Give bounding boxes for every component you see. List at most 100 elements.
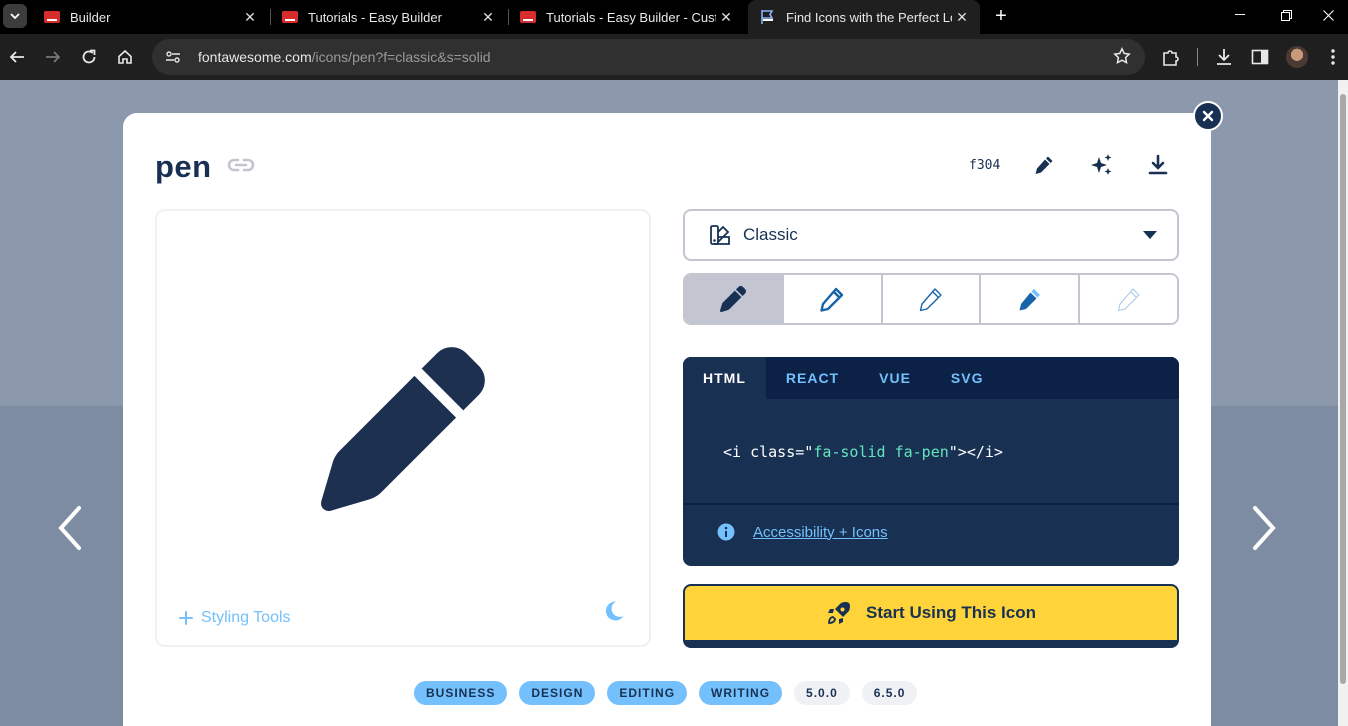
site-info-icon[interactable] (164, 48, 182, 66)
plus-icon (179, 611, 193, 625)
moon-icon (605, 601, 624, 621)
address-bar[interactable]: fontawesome.com/icons/pen?f=classic&s=so… (152, 39, 1145, 75)
sparkles-button[interactable] (1087, 151, 1115, 179)
profile-avatar[interactable] (1286, 46, 1308, 68)
tag-editing[interactable]: EDITING (607, 681, 688, 705)
download-icon[interactable] (1212, 45, 1236, 69)
more-menu-icon[interactable] (1321, 45, 1345, 69)
close-tab-icon[interactable]: ✕ (716, 9, 736, 26)
tab-tutorials[interactable]: Tutorials - Easy Builder ✕ (270, 0, 506, 34)
chevron-right-icon (1253, 506, 1276, 550)
icon-name-title: pen (155, 149, 212, 184)
download-svg-button[interactable] (1144, 151, 1172, 179)
tab-vue[interactable]: VUE (859, 357, 931, 399)
dark-mode-toggle[interactable] (603, 600, 625, 627)
toolbar-divider (1197, 48, 1198, 66)
rocket-icon (827, 602, 850, 624)
tab-html[interactable]: HTML (683, 357, 766, 399)
next-icon-button[interactable] (1245, 500, 1285, 556)
style-light-button[interactable] (882, 275, 982, 323)
tab-title: Find Icons with the Perfect Look (786, 9, 952, 25)
style-duotone-button[interactable] (981, 275, 1081, 323)
tab-tutorials-custom[interactable]: Tutorials - Easy Builder - Custom ✕ (508, 0, 744, 34)
code-prefix: <i class=" (723, 443, 814, 461)
chevron-left-icon (58, 506, 81, 550)
url-host: fontawesome.com (198, 49, 312, 65)
code-snippet-panel: HTML REACT VUE SVG <i class="fa-solid fa… (683, 357, 1179, 566)
url-path: /icons/pen?f=classic&s=solid (311, 49, 491, 65)
tab-react[interactable]: REACT (766, 357, 859, 399)
tab-search-button[interactable] (3, 4, 27, 28)
scrollbar-thumb[interactable] (1340, 94, 1346, 684)
side-panel-icon[interactable] (1248, 45, 1272, 69)
tag-business[interactable]: BUSINESS (414, 681, 508, 705)
tab-title: Tutorials - Easy Builder - Custom (546, 9, 716, 25)
accessibility-link[interactable]: Accessibility + Icons (753, 524, 888, 541)
tag-writing[interactable]: WRITING (699, 681, 783, 705)
tab-find-icons[interactable]: Find Icons with the Perfect Look ✕ (748, 0, 980, 34)
code-class-value: fa-solid fa-pen (813, 443, 949, 461)
chevron-down-icon (10, 13, 20, 19)
style-solid-button[interactable] (685, 275, 784, 323)
caret-down-icon (1143, 231, 1157, 239)
code-divider (683, 503, 1179, 505)
version-badge[interactable]: 5.0.0 (794, 681, 850, 705)
code-snippet[interactable]: <i class="fa-solid fa-pen"></i> (683, 399, 1179, 503)
code-suffix: "></i> (948, 443, 1003, 461)
bookmark-star-icon[interactable] (1113, 47, 1131, 70)
pen-preview-icon (321, 347, 485, 511)
unicode-value[interactable]: f304 (969, 158, 1000, 173)
new-tab-button[interactable]: + (990, 5, 1012, 27)
modal-close-button[interactable] (1193, 101, 1223, 131)
link-icon[interactable] (227, 153, 255, 182)
start-using-icon-button[interactable]: Start Using This Icon (683, 584, 1179, 648)
pen-icon (1035, 156, 1053, 174)
close-tab-icon[interactable]: ✕ (478, 9, 498, 26)
tab-svg[interactable]: SVG (931, 357, 1004, 399)
tab-builder[interactable]: Builder ✕ (32, 0, 268, 34)
icon-preview-panel: Styling Tools (155, 209, 651, 647)
restore-button[interactable] (1263, 0, 1309, 30)
code-line: <i class="fa-solid fa-pen"></i> (723, 443, 1003, 461)
accessibility-row: Accessibility + Icons (717, 523, 888, 541)
tab-title: Builder (70, 9, 111, 25)
close-icon (1322, 9, 1334, 21)
icon-detail-modal: pen f304 Styling Tools Classic HTML REAC… (123, 113, 1211, 726)
forward-button[interactable] (39, 43, 67, 71)
sparkles-icon (1091, 154, 1112, 175)
styling-tools-toggle[interactable]: Styling Tools (179, 609, 291, 627)
reload-button[interactable] (75, 43, 103, 71)
close-icon (1202, 110, 1214, 122)
pen-light-icon (919, 288, 942, 312)
style-regular-button[interactable] (783, 275, 883, 323)
version-badge[interactable]: 6.5.0 (861, 681, 918, 705)
pen-solid-icon (720, 286, 747, 312)
styling-tools-label: Styling Tools (201, 609, 291, 626)
close-window-button[interactable] (1305, 0, 1348, 30)
browser-tab-bar: Builder ✕ Tutorials - Easy Builder ✕ Tut… (0, 0, 1348, 34)
arrow-right-icon (46, 51, 61, 63)
family-select[interactable]: Classic (683, 209, 1179, 261)
tab-title: Tutorials - Easy Builder (308, 9, 442, 25)
info-circle-icon (717, 523, 735, 541)
page-scrollbar[interactable] (1338, 80, 1348, 726)
pen-regular-icon (820, 287, 844, 312)
minimize-button[interactable] (1217, 0, 1263, 30)
tag-design[interactable]: DESIGN (519, 681, 596, 705)
previous-icon-button[interactable] (49, 500, 89, 556)
tag-list: BUSINESS DESIGN EDITING WRITING 5.0.0 6.… (414, 681, 918, 705)
pen-thin-icon (1117, 288, 1140, 311)
flag-favicon-icon (760, 10, 776, 24)
close-tab-icon[interactable]: ✕ (952, 9, 972, 26)
code-tab-list: HTML REACT VUE SVG (683, 357, 1179, 399)
pen-icon-button[interactable] (1030, 151, 1058, 179)
home-icon (118, 49, 132, 64)
style-thin-button[interactable] (1080, 275, 1177, 323)
extensions-icon[interactable] (1159, 45, 1183, 69)
back-button[interactable] (3, 43, 31, 71)
easy-builder-favicon (282, 11, 298, 23)
download-icon (1148, 154, 1168, 175)
close-tab-icon[interactable]: ✕ (240, 9, 260, 26)
arrow-left-icon (9, 51, 24, 63)
home-button[interactable] (111, 43, 139, 71)
